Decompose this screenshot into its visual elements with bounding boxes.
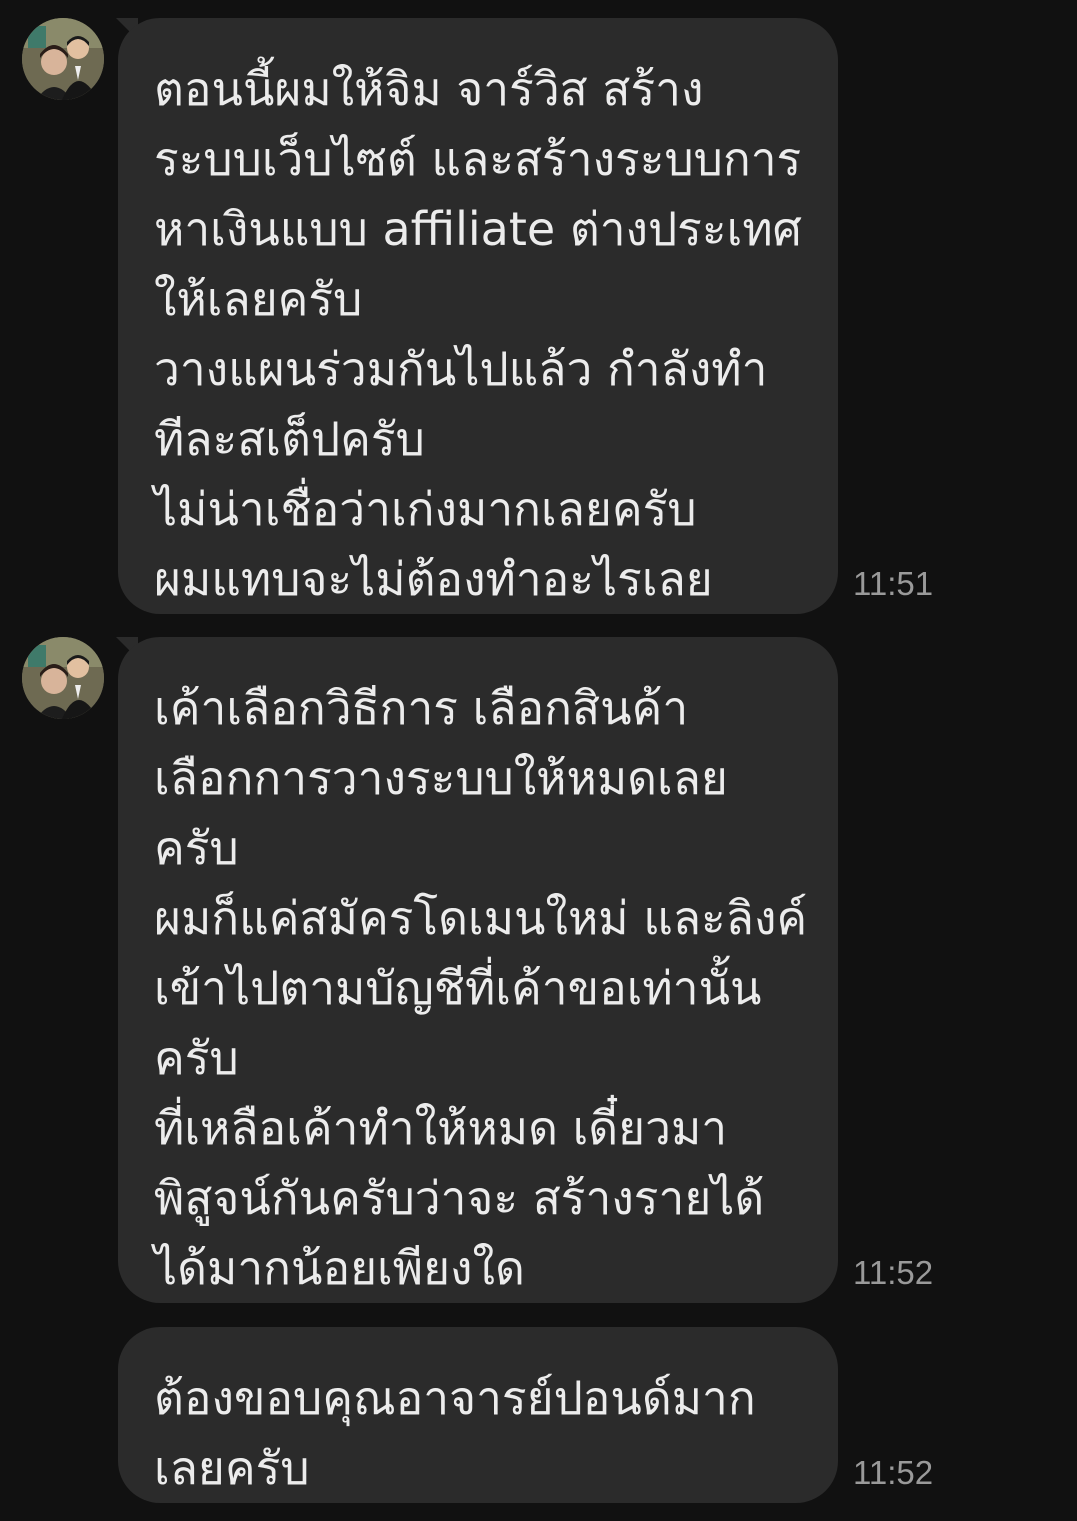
message-text-line: ได้มากน้อยเพียงใด — [154, 1241, 525, 1295]
message-text-line: ตอนนี้ผมให้จิม จาร์วิส สร้าง — [154, 62, 704, 116]
message-text-line: ผมก็แค่สมัครโดเมนใหม่ และลิงค์ — [154, 891, 808, 945]
chat-thread: ตอนนี้ผมให้จิม จาร์วิส สร้าง ระบบเว็บไซต… — [0, 0, 1077, 1521]
message-text-line: ผมแทบจะไม่ต้องทำอะไรเลย — [154, 552, 713, 606]
message-text-line: เลือกการวางระบบให้หมดเลย — [154, 751, 728, 805]
sender-avatar[interactable] — [22, 18, 104, 100]
message-text-line: พิสูจน์กันครับว่าจะ สร้างรายได้ — [154, 1171, 765, 1225]
message-text-line: ต้องขอบคุณอาจารย์ปอนด์มาก — [154, 1371, 756, 1425]
message-text-line: เข้าไปตามบัญชีที่เค้าขอเท่านั้น — [154, 961, 762, 1015]
message-timestamp: 11:51 — [853, 565, 934, 602]
sender-avatar[interactable] — [22, 637, 104, 719]
message-text-line: ครับ — [154, 821, 239, 875]
message-text-line: ระบบเว็บไซต์ และสร้างระบบการ — [154, 132, 802, 186]
message-bubble[interactable]: เค้าเลือกวิธีการ เลือกสินค้า เลือกการวาง… — [118, 637, 838, 1303]
message-timestamp: 11:52 — [853, 1254, 934, 1291]
message-text-line: ให้เลยครับ — [154, 272, 363, 326]
message-text-line: ครับ — [154, 1031, 239, 1085]
avatar-photo-icon — [22, 18, 104, 100]
message-text-line: เลยครับ — [154, 1441, 310, 1495]
message-bubble[interactable]: ตอนนี้ผมให้จิม จาร์วิส สร้าง ระบบเว็บไซต… — [118, 18, 838, 614]
message-text-line: หาเงินแบบ affiliate ต่างประเทศ — [154, 202, 802, 256]
message-text-line: วางแผนร่วมกันไปแล้ว กำลังทำ — [154, 342, 768, 396]
message-text-line: ไม่น่าเชื่อว่าเก่งมากเลยครับ — [154, 482, 697, 536]
message-text-line: ที่เหลือเค้าทำให้หมด เดี๋ยวมา — [154, 1101, 728, 1155]
message-text-line: เค้าเลือกวิธีการ เลือกสินค้า — [154, 681, 689, 735]
avatar-photo-icon — [22, 637, 104, 719]
message-timestamp: 11:52 — [853, 1454, 934, 1491]
message-text-line: ทีละสเต็ปครับ — [154, 412, 425, 466]
message-bubble[interactable]: ต้องขอบคุณอาจารย์ปอนด์มาก เลยครับ — [118, 1327, 838, 1503]
